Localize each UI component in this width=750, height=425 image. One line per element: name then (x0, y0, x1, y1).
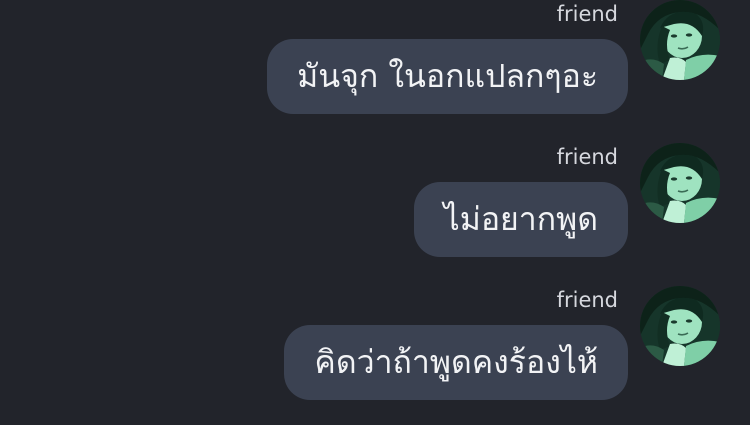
avatar-photo-icon (640, 143, 720, 223)
message-row: friend มันจุก ในอกแปลกๆอะ (0, 0, 750, 139)
message-row: friend ไม่อยากพูด (0, 142, 750, 282)
message-bubble[interactable]: ไม่อยากพูด (413, 182, 628, 257)
message-bubble[interactable]: มันจุก ในอกแปลกๆอะ (267, 39, 628, 114)
sender-name: friend (556, 288, 618, 312)
avatar-photo-icon (640, 286, 720, 366)
avatar[interactable] (640, 0, 720, 80)
avatar[interactable] (640, 143, 720, 223)
message-row: friend คิดว่าถ้าพูดคงร้องไห้ (0, 285, 750, 425)
sender-name: friend (556, 145, 618, 169)
message-bubble[interactable]: คิดว่าถ้าพูดคงร้องไห้ (284, 325, 628, 400)
avatar-photo-icon (640, 0, 720, 80)
sender-name: friend (556, 2, 618, 26)
avatar[interactable] (640, 286, 720, 366)
